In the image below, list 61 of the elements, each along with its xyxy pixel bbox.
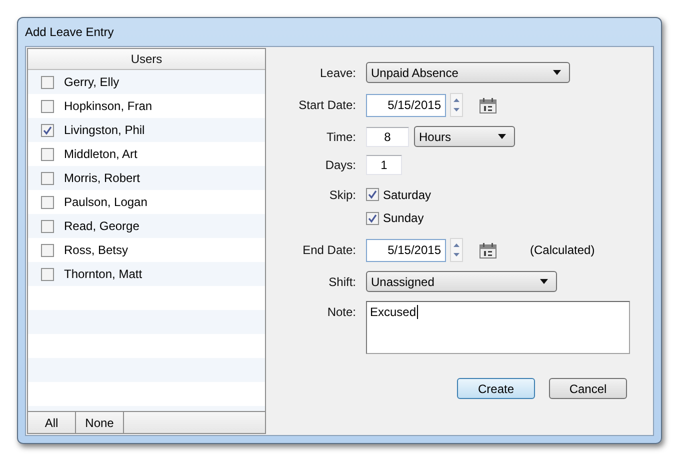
field-label: Shift: [328,274,356,288]
unit-dropdown[interactable]: Hours [414,126,515,147]
field-label: End Date: [302,243,356,257]
create-button[interactable]: Create [457,378,535,399]
window-title: Add Leave Entry [25,24,114,41]
user-row[interactable]: Livingston, Phil [28,118,265,142]
checkbox-option[interactable]: Saturday [366,188,432,202]
user-row[interactable]: Middleton, Art [28,142,265,166]
user-row[interactable]: Morris, Robert [28,166,265,190]
user-row[interactable]: Paulson, Logan [28,190,265,214]
field-label: Time: [326,130,356,144]
user-row[interactable]: Gerry, Elly [28,70,265,94]
user-name: Middleton, Art [64,147,138,161]
user-row[interactable]: Thornton, Matt [28,262,265,286]
user-row[interactable]: Hopkinson, Fran [28,94,265,118]
caret-icon [553,70,561,75]
user-row[interactable]: Ross, Betsy [28,238,265,262]
field-label: Note: [327,305,356,319]
cancel-button[interactable]: Cancel [549,378,627,399]
checkbox-option[interactable]: Sunday [366,211,424,225]
checkbox[interactable] [41,76,54,88]
checkbox[interactable] [41,244,54,256]
checkbox[interactable] [41,100,54,112]
user-name: Livingston, Phil [64,123,145,137]
input-field[interactable]: 8 [366,126,409,146]
user-name: Morris, Robert [64,171,140,185]
spin-buttons[interactable] [450,238,463,262]
checkbox[interactable] [41,196,54,208]
input-field[interactable]: 1 [366,155,402,175]
checkbox[interactable] [41,268,54,280]
caret-icon [498,134,506,139]
user-row[interactable]: Read, George [28,214,265,238]
leave-dropdown[interactable]: Unpaid Absence [366,62,570,83]
field-label: Leave: [320,66,356,80]
checkbox[interactable] [41,148,54,160]
checkbox[interactable] [366,188,379,201]
spin-buttons[interactable] [450,93,463,117]
date-field[interactable]: 5/15/2015 [366,238,446,262]
checkbox[interactable] [366,212,379,224]
caret-icon [540,279,548,284]
select-button[interactable]: None [76,412,124,433]
field-label: Skip: [329,188,356,202]
user-name: Hopkinson, Fran [64,99,152,113]
date-field[interactable]: 5/15/2015 [366,94,446,116]
calendar-icon[interactable] [479,242,497,258]
column-header[interactable]: Users [28,49,265,70]
shift-dropdown[interactable]: Unassigned [366,271,557,292]
user-name: Ross, Betsy [64,243,128,257]
checkbox[interactable] [41,220,54,232]
select-button[interactable]: All [28,412,76,433]
note-field[interactable]: Excused [366,301,630,354]
user-name: Paulson, Logan [64,195,148,209]
user-name: Read, George [64,219,140,233]
user-name: Thornton, Matt [64,267,142,281]
checkbox[interactable] [41,172,54,184]
calendar-icon[interactable] [479,96,497,114]
checkbox[interactable] [41,124,54,136]
calculated-note: (Calculated) [530,243,595,257]
field-label: Start Date: [298,98,356,112]
user-name: Gerry, Elly [64,75,120,89]
field-label: Days: [325,158,356,172]
